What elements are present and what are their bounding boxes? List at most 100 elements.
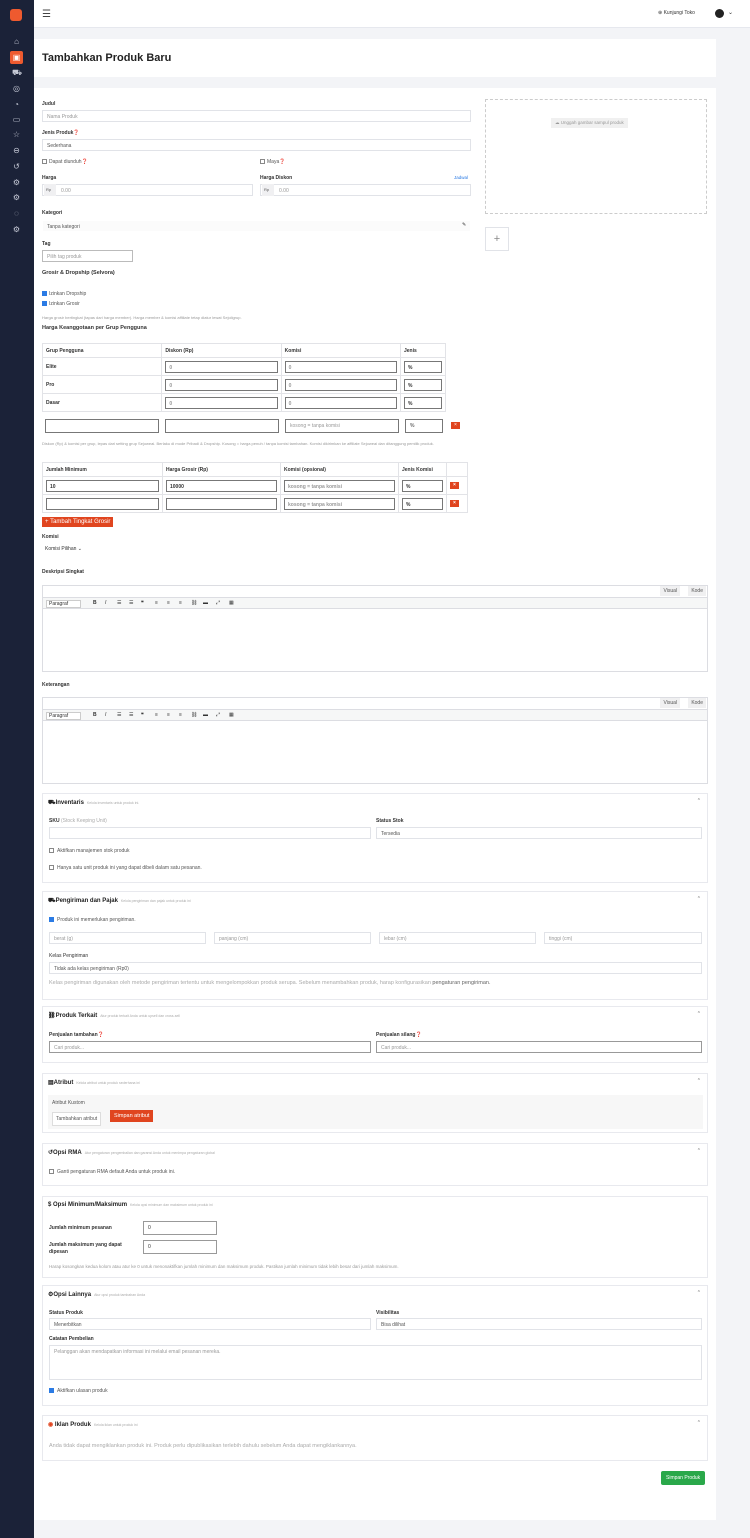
discount-input[interactable]: 0 xyxy=(165,378,278,391)
visual-tab[interactable]: Visual xyxy=(660,586,680,596)
avatar[interactable] xyxy=(715,9,724,18)
weight-input[interactable]: berat (g) xyxy=(49,932,206,944)
add-attribute-button[interactable]: Tambahkan atribut xyxy=(52,1112,102,1126)
chevron-up-icon[interactable]: ⌃ xyxy=(697,1420,701,1426)
tag-input[interactable]: Pilih tag produk xyxy=(42,250,133,262)
format-select[interactable]: Paragraf xyxy=(46,600,82,608)
home-icon[interactable]: ⌂ xyxy=(12,37,21,46)
numbered-list-icon[interactable]: ☰ xyxy=(129,712,133,718)
manage-stock-checkbox[interactable] xyxy=(49,848,54,853)
chevron-up-icon[interactable]: ⌃ xyxy=(697,1011,701,1017)
tier-commission-input[interactable]: kosong = tanpa komisi xyxy=(284,497,395,510)
support-icon[interactable]: ◌ xyxy=(12,209,21,218)
min-qty-input[interactable]: 10 xyxy=(46,479,159,492)
sku-input[interactable] xyxy=(49,827,371,839)
menu-icon[interactable]: ☰ xyxy=(42,9,51,20)
align-left-icon[interactable]: ≡ xyxy=(155,712,158,718)
allow-dropship-checkbox[interactable] xyxy=(42,291,47,296)
tier-type-select[interactable]: % xyxy=(402,497,443,510)
align-center-icon[interactable]: ≡ xyxy=(167,600,170,606)
toolbar-toggle-icon[interactable]: ▦ xyxy=(229,712,234,718)
quote-icon[interactable]: ❝ xyxy=(141,600,144,606)
new-type-select[interactable]: % xyxy=(405,419,443,433)
delivery-icon[interactable]: ▭ xyxy=(12,115,21,124)
italic-icon[interactable]: I xyxy=(105,712,106,718)
chevron-up-icon[interactable]: ⌃ xyxy=(697,896,701,902)
reports-icon[interactable]: ◔ xyxy=(12,100,21,109)
add-tier-button[interactable]: + Tambah Tingkat Grosir xyxy=(42,517,114,527)
remove-row-button[interactable]: × xyxy=(451,422,460,429)
rma-override-checkbox[interactable] xyxy=(49,1169,54,1174)
bold-icon[interactable]: B xyxy=(93,712,97,718)
allow-grosir-checkbox[interactable] xyxy=(42,301,47,306)
type-select[interactable]: % xyxy=(404,378,442,391)
commission-input[interactable]: 0 xyxy=(284,378,397,391)
commission-input[interactable]: 0 xyxy=(284,360,397,373)
add-gallery-button[interactable]: + xyxy=(485,227,509,251)
discount-input[interactable]: 0 xyxy=(165,396,278,409)
other-options-title[interactable]: ⚙Opsi Lainnya Atur opsi produk tambahan A… xyxy=(48,1291,145,1298)
commission-select[interactable]: Komisi Pilihan ⌄ xyxy=(45,546,82,552)
italic-icon[interactable]: I xyxy=(105,600,106,606)
code-tab[interactable]: Kode xyxy=(688,698,706,708)
attribute-title[interactable]: ▤Atribut Kelola atribut untuk produk sede… xyxy=(48,1079,140,1086)
chevron-up-icon[interactable]: ⌃ xyxy=(697,1290,701,1296)
cart-icon[interactable]: ⛟ xyxy=(12,68,22,77)
commission-input[interactable]: 0 xyxy=(284,396,397,409)
discount-input[interactable]: 0 xyxy=(165,360,278,373)
align-right-icon[interactable]: ≡ xyxy=(179,600,182,606)
visit-store-link[interactable]: ⊕ Kunjungi Toko xyxy=(658,10,695,16)
new-discount-input[interactable] xyxy=(165,419,279,433)
title-input[interactable]: Nama Produk xyxy=(42,110,471,122)
product-status-select[interactable]: Menerbitkan xyxy=(49,1318,371,1330)
bullet-list-icon[interactable]: ☰ xyxy=(117,600,121,606)
align-left-icon[interactable]: ≡ xyxy=(155,600,158,606)
image-upload-area[interactable]: ☁ Unggah gambar sampul produk xyxy=(485,99,707,214)
linked-products-title[interactable]: ⛓Produk Terkait Atur produk terkait Anda … xyxy=(48,1012,180,1019)
sold-individually-checkbox[interactable] xyxy=(49,865,54,870)
category-select[interactable]: Tanpa kategori xyxy=(42,220,471,232)
min-qty-input[interactable] xyxy=(46,497,159,510)
sale-price-input[interactable]: 0.00 xyxy=(260,184,471,196)
type-select[interactable]: % xyxy=(404,360,442,373)
requires-shipping-checkbox[interactable] xyxy=(49,917,54,922)
chevron-up-icon[interactable]: ⌃ xyxy=(697,1078,701,1084)
new-commission-input[interactable]: kosong = tanpa komisi xyxy=(285,419,399,433)
min-qty-input[interactable]: 0 xyxy=(143,1221,217,1235)
products-icon[interactable]: ▣ xyxy=(10,51,23,64)
chevron-down-icon[interactable]: ⌄ xyxy=(728,9,733,16)
numbered-list-icon[interactable]: ☰ xyxy=(129,600,133,606)
height-input[interactable]: tinggi (cm) xyxy=(544,932,702,944)
bullet-list-icon[interactable]: ☰ xyxy=(117,712,121,718)
tier-type-select[interactable]: % xyxy=(402,479,443,492)
width-input[interactable]: lebar (cm) xyxy=(379,932,536,944)
format-select[interactable]: Paragraf xyxy=(46,712,82,720)
upsell-input[interactable]: Cari produk... xyxy=(49,1041,371,1053)
inventory-title[interactable]: ⛟Inventaris Kelola inventaris untuk produ… xyxy=(48,799,139,807)
length-input[interactable]: panjang (cm) xyxy=(214,932,371,944)
save-attribute-button[interactable]: Simpan atribut xyxy=(110,1110,154,1122)
bold-icon[interactable]: B xyxy=(93,600,97,606)
schedule-link[interactable]: Jadwal xyxy=(454,175,468,180)
purchase-note-textarea[interactable]: Pelanggan akan mendapatkan informasi ini… xyxy=(49,1345,702,1380)
quote-icon[interactable]: ❝ xyxy=(141,712,144,718)
save-product-button[interactable]: Simpan Produk xyxy=(661,1471,706,1485)
price-input[interactable]: 0.00 xyxy=(42,184,253,196)
rma-title[interactable]: ↺Opsi RMA Atur pengaturan pengembalian da… xyxy=(48,1149,215,1156)
remove-tier-button[interactable]: × xyxy=(450,500,459,507)
link-icon[interactable]: ⛓ xyxy=(191,600,197,606)
minmax-title[interactable]: $ Opsi Minimum/Maksimum Kelola opsi minim… xyxy=(48,1202,213,1208)
wholesale-price-input[interactable] xyxy=(166,497,277,510)
custom-attribute-select[interactable]: Atribut Kustom xyxy=(52,1100,85,1106)
upload-button[interactable]: ☁ Unggah gambar sampul produk xyxy=(551,118,628,128)
coupon-icon[interactable]: ◎ xyxy=(12,84,21,93)
more-icon[interactable]: ▬ xyxy=(203,600,208,606)
max-qty-input[interactable]: 0 xyxy=(143,1240,217,1254)
gear-icon[interactable]: ⚙ xyxy=(12,225,21,234)
link-icon[interactable]: ⛓ xyxy=(191,712,197,718)
wholesale-price-input[interactable]: 10000 xyxy=(166,479,277,492)
shipping-title[interactable]: ⛟Pengiriman dan Pajak Kelola pengiriman d… xyxy=(48,897,191,905)
chevron-up-icon[interactable]: ⌃ xyxy=(697,1148,701,1154)
fullscreen-icon[interactable]: ⤢ xyxy=(216,712,220,718)
reviews-icon[interactable]: ☆ xyxy=(12,130,21,139)
